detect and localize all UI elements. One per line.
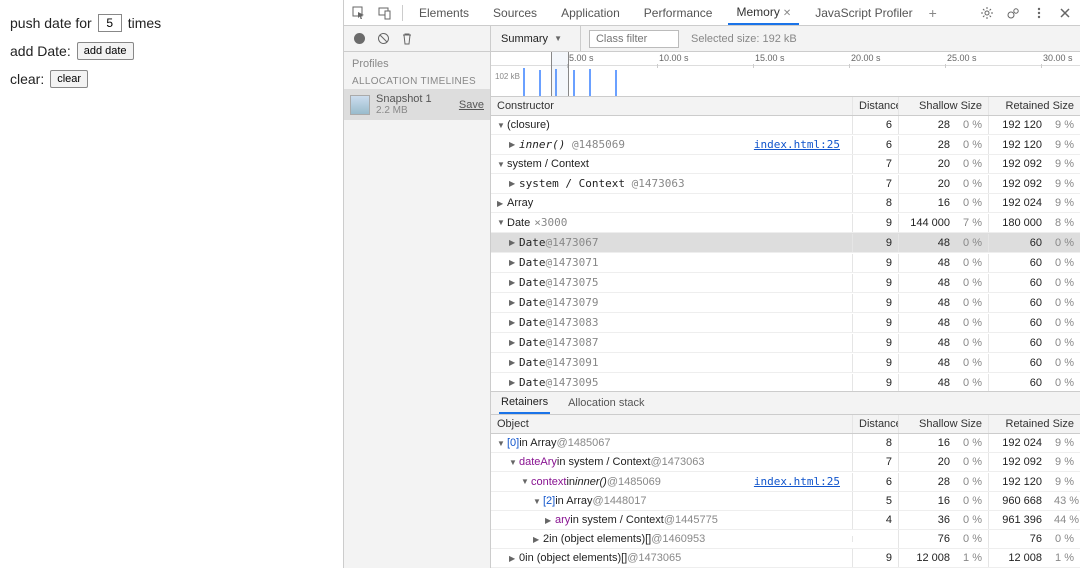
table-row[interactable]: ▶Date @14730919480 %600 % xyxy=(491,353,1080,373)
col-retained-2[interactable]: Retained Size xyxy=(988,415,1080,433)
source-link[interactable]: index.html:25 xyxy=(754,138,840,151)
timeline-ylabel: 102 kB xyxy=(495,72,520,81)
table-row: ▶2 in (object elements)[] @1460953760 %7… xyxy=(491,530,1080,549)
chevron-down-icon[interactable]: ▼ xyxy=(497,121,505,130)
page-content: push date for times add Date: add date c… xyxy=(0,0,343,568)
retainers-body[interactable]: ▼[0] in Array @14850678160 %192 0249 % ▼… xyxy=(491,434,1080,568)
table-row: ▼context in inner() @1485069index.html:2… xyxy=(491,472,1080,492)
close-icon[interactable]: ✕ xyxy=(783,8,791,19)
push-times-input[interactable] xyxy=(98,14,122,32)
chevron-down-icon[interactable]: ▼ xyxy=(497,160,505,169)
tab-application[interactable]: Application xyxy=(553,2,628,24)
table-row[interactable]: ▶Date @14730759480 %600 % xyxy=(491,273,1080,293)
view-dropdown[interactable]: Summary▼ xyxy=(491,26,581,51)
chevron-right-icon[interactable]: ▶ xyxy=(509,258,517,267)
tab-memory[interactable]: Memory✕ xyxy=(728,1,799,25)
add-tab-icon[interactable]: + xyxy=(929,5,937,21)
col-retained[interactable]: Retained Size xyxy=(988,97,1080,115)
chevron-down-icon[interactable]: ▼ xyxy=(497,218,505,227)
profiles-heading: Profiles xyxy=(344,52,490,72)
chevron-right-icon[interactable]: ▶ xyxy=(497,199,505,208)
table-row: ▶0 in (object elements)[] @1473065912 00… xyxy=(491,549,1080,568)
push-label-b: times xyxy=(128,15,161,31)
snapshot-size: 2.2 MB xyxy=(376,105,453,116)
device-toggle-icon[interactable] xyxy=(376,4,394,22)
table-row: ▼system / Context7200 %192 0929 % xyxy=(491,155,1080,174)
col-shallow[interactable]: Shallow Size xyxy=(898,97,988,115)
add-date-label: add Date: xyxy=(10,43,71,59)
snapshot-row[interactable]: Snapshot 1 2.2 MB Save xyxy=(344,89,490,120)
close-devtools-icon[interactable] xyxy=(1056,4,1074,22)
memory-toolbar: Summary▼ Selected size: 192 kB xyxy=(491,26,1080,52)
memory-pane: Summary▼ Selected size: 192 kB 5.00 s 10… xyxy=(491,26,1080,568)
constructors-table: Constructor Distance Shallow Size Retain… xyxy=(491,97,1080,568)
chevron-right-icon[interactable]: ▶ xyxy=(509,318,517,327)
col-constructor[interactable]: Constructor xyxy=(491,97,852,115)
table-row[interactable]: ▶Date @14730719480 %600 % xyxy=(491,253,1080,273)
tab-jsprofiler[interactable]: JavaScript Profiler xyxy=(807,2,920,24)
profiles-subheading: ALLOCATION TIMELINES xyxy=(344,72,490,89)
tab-retainers[interactable]: Retainers xyxy=(499,392,550,414)
push-label-a: push date for xyxy=(10,15,92,31)
chevron-right-icon[interactable]: ▶ xyxy=(509,338,517,347)
chevron-right-icon[interactable]: ▶ xyxy=(509,140,517,149)
col-shallow-2[interactable]: Shallow Size xyxy=(898,415,988,433)
table-row[interactable]: ▶Date @14730839480 %600 % xyxy=(491,313,1080,333)
clear-label: clear: xyxy=(10,71,44,87)
more-icon[interactable] xyxy=(1030,4,1048,22)
tab-sources[interactable]: Sources xyxy=(485,2,545,24)
add-date-button[interactable]: add date xyxy=(77,42,134,60)
table-row: ▼dateAry in system / Context @1473063720… xyxy=(491,453,1080,472)
chevron-right-icon[interactable]: ▶ xyxy=(509,278,517,287)
tab-performance[interactable]: Performance xyxy=(636,2,721,24)
whatsnew-icon[interactable] xyxy=(1004,4,1022,22)
snapshot-icon xyxy=(350,95,370,115)
table-row: ▶inner() @1485069index.html:256280 %192 … xyxy=(491,135,1080,155)
chevron-right-icon[interactable]: ▶ xyxy=(509,298,517,307)
allocation-timeline[interactable]: 5.00 s 10.00 s 15.00 s 20.00 s 25.00 s 3… xyxy=(491,52,1080,97)
table-row: ▶system / Context @14730637200 %192 0929… xyxy=(491,174,1080,194)
table-row: ▼Date×30009144 0007 %180 0008 % xyxy=(491,213,1080,233)
class-filter-input[interactable] xyxy=(589,30,679,48)
chevron-right-icon[interactable]: ▶ xyxy=(509,238,517,247)
chevron-right-icon[interactable]: ▶ xyxy=(509,378,517,387)
retainers-tabs: Retainers Allocation stack xyxy=(491,391,1080,415)
clear-profiles-icon[interactable] xyxy=(376,32,390,46)
inspect-icon[interactable] xyxy=(350,4,368,22)
snapshot-save-link[interactable]: Save xyxy=(459,99,484,111)
table-row[interactable]: ▶Date @14730679480 %600 % xyxy=(491,233,1080,253)
chevron-right-icon[interactable]: ▶ xyxy=(509,179,517,188)
table-row: ▼[2] in Array @14480175160 %960 66843 % xyxy=(491,492,1080,511)
table-row[interactable]: ▶Date @14730799480 %600 % xyxy=(491,293,1080,313)
tab-allocation-stack[interactable]: Allocation stack xyxy=(566,393,646,413)
record-icon[interactable] xyxy=(352,32,366,46)
snapshot-name: Snapshot 1 xyxy=(376,93,453,105)
table-row[interactable]: ▶Date @14730959480 %600 % xyxy=(491,373,1080,391)
table-row: ▼(closure)6280 %192 1209 % xyxy=(491,116,1080,135)
selected-size-label: Selected size: 192 kB xyxy=(691,33,797,45)
table-row: ▶ary in system / Context @14457754360 %9… xyxy=(491,511,1080,530)
col-object[interactable]: Object xyxy=(491,415,852,433)
table-row[interactable]: ▶Date @14730879480 %600 % xyxy=(491,333,1080,353)
table-row: ▼[0] in Array @14850678160 %192 0249 % xyxy=(491,434,1080,453)
source-link[interactable]: index.html:25 xyxy=(754,475,840,488)
delete-icon[interactable] xyxy=(400,32,414,46)
table-row: ▶Array8160 %192 0249 % xyxy=(491,194,1080,213)
col-distance-2[interactable]: Distance xyxy=(852,415,898,433)
clear-button[interactable]: clear xyxy=(50,70,88,88)
devtools-tabbar: Elements Sources Application Performance… xyxy=(344,0,1080,26)
devtools-window: Elements Sources Application Performance… xyxy=(343,0,1080,568)
col-distance[interactable]: Distance xyxy=(852,97,898,115)
profiles-pane: Profiles ALLOCATION TIMELINES Snapshot 1… xyxy=(344,26,491,568)
chevron-down-icon: ▼ xyxy=(554,34,562,43)
settings-icon[interactable] xyxy=(978,4,996,22)
constructors-body[interactable]: ▼(closure)6280 %192 1209 % ▶inner() @148… xyxy=(491,116,1080,391)
chevron-right-icon[interactable]: ▶ xyxy=(509,358,517,367)
tab-elements[interactable]: Elements xyxy=(411,2,477,24)
